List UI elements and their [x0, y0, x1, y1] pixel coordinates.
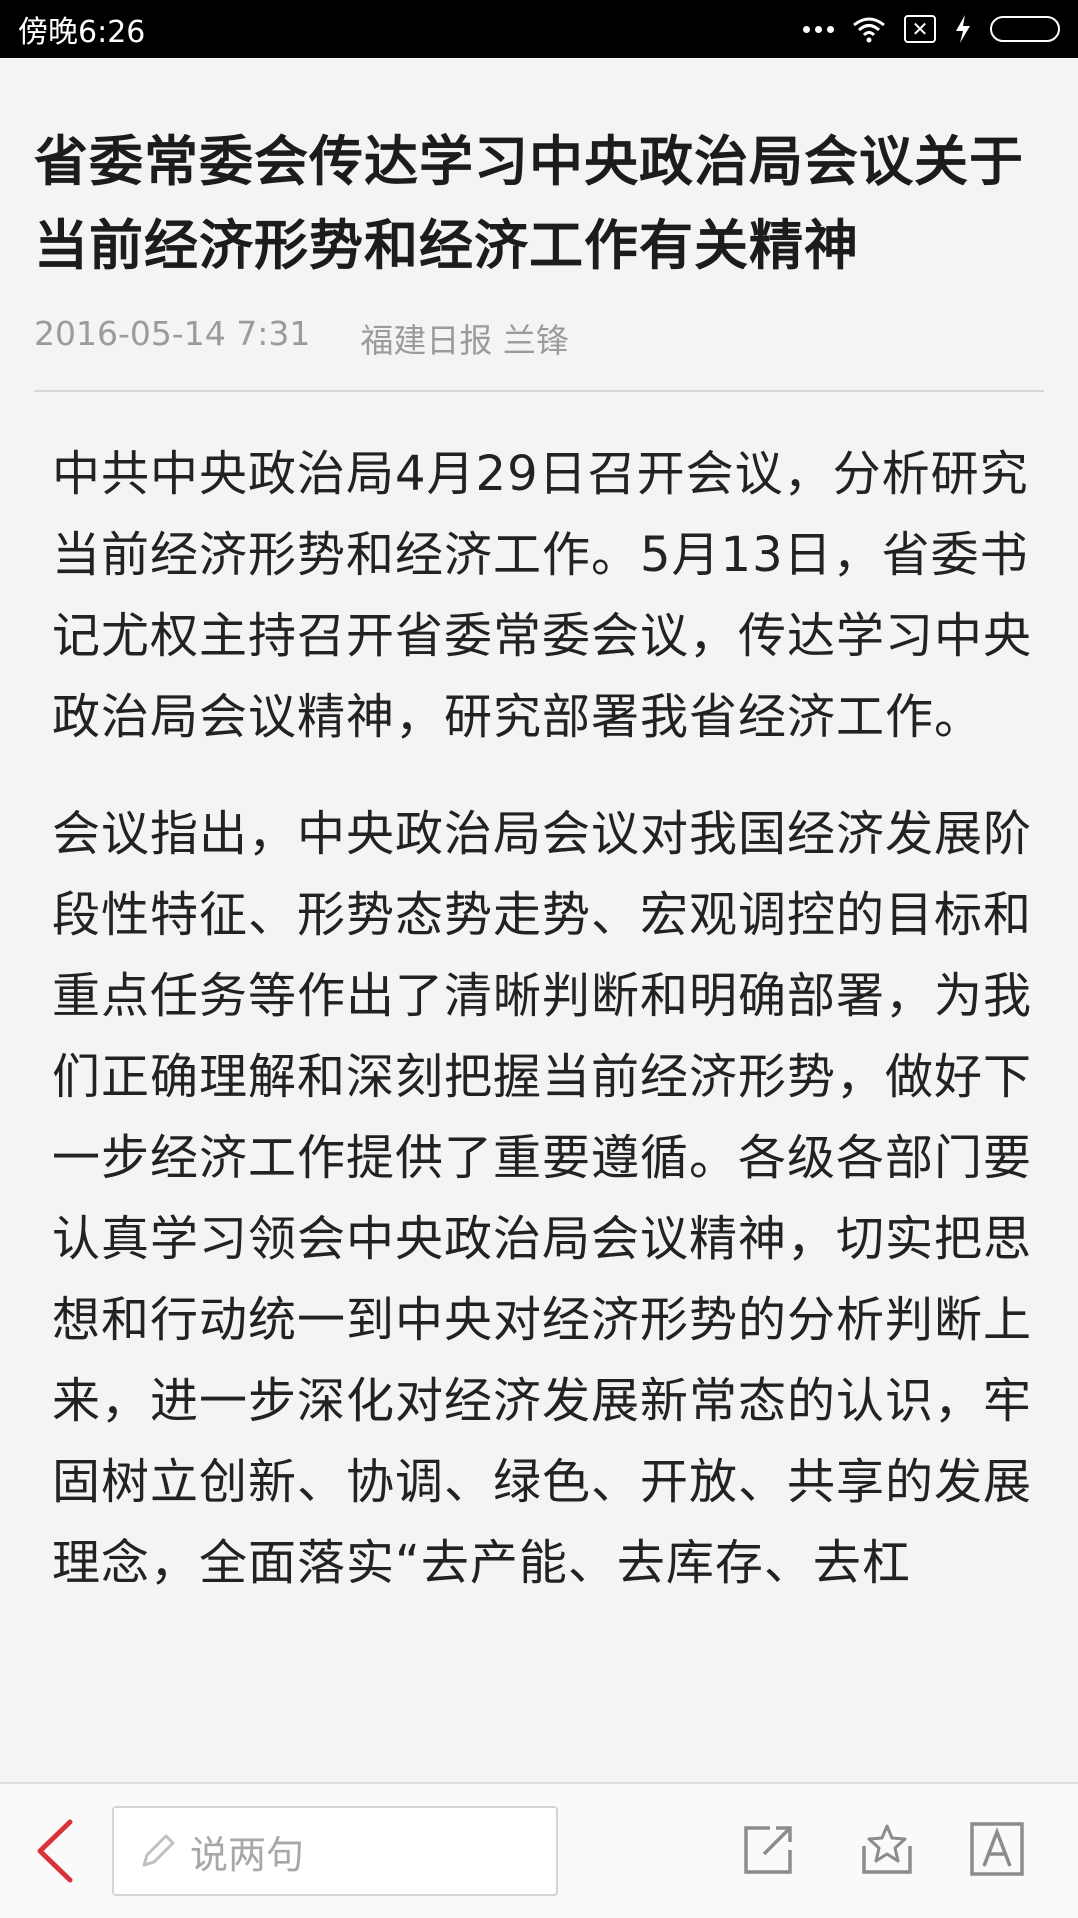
bottom-toolbar: 说两句	[0, 1782, 1078, 1918]
article-source: 福建日报 兰锋	[360, 321, 569, 360]
share-icon[interactable]	[740, 1820, 798, 1878]
back-icon[interactable]	[30, 1816, 82, 1886]
article-title: 省委常委会传达学习中央政治局会议关于当前经济形势和经济工作有关精神	[34, 130, 1024, 277]
pencil-icon	[142, 1834, 175, 1867]
comment-placeholder: 说两句	[190, 1832, 305, 1877]
article: 省委常委会传达学习中央政治局会议关于当前经济形势和经济工作有关精神 2016-0…	[34, 58, 1044, 1640]
paragraph: 中共中央政治局4月29日召开会议，分析研究当前经济形势和经济工作。5月13日，省…	[52, 446, 1033, 745]
comment-input[interactable]: 说两句	[112, 1806, 558, 1896]
article-meta: 2016-05-14 7:31 福建日报 兰锋	[34, 314, 1044, 362]
font-size-icon[interactable]	[968, 1820, 1026, 1878]
wifi-icon	[853, 17, 885, 43]
more-dots-icon	[803, 25, 834, 33]
no-sim-icon: ✕	[904, 15, 936, 43]
charging-icon	[956, 15, 970, 43]
status-time: 傍晚6:26	[18, 15, 146, 50]
paragraph: 会议指出，中央政治局会议对我国经济发展阶段性特征、形势态势走势、宏观调控的目标和…	[52, 806, 1033, 1591]
star-icon[interactable]	[858, 1820, 916, 1878]
status-bar: 傍晚6:26 ✕	[0, 0, 1078, 58]
article-date: 2016-05-14 7:31	[34, 314, 311, 353]
battery-icon	[990, 16, 1060, 42]
article-body: 中共中央政治局4月29日召开会议，分析研究当前经济形势和经济工作。5月13日，省…	[34, 434, 1044, 1604]
divider	[34, 390, 1044, 392]
status-icons: ✕	[803, 14, 1060, 44]
